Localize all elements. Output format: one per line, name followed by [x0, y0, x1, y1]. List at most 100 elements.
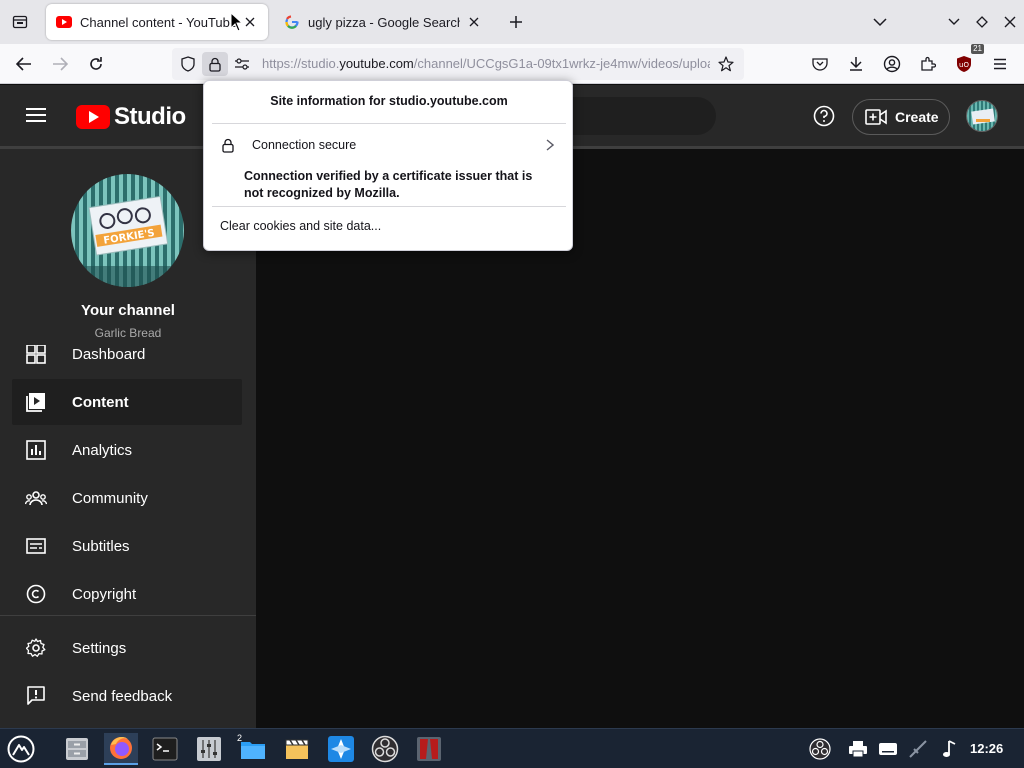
downloads-button[interactable] [842, 50, 870, 78]
channel-avatar[interactable]: FORKIE'S [71, 174, 184, 287]
chevron-right-icon [542, 137, 558, 153]
new-tab-button[interactable] [504, 10, 528, 34]
bookmark-star-icon[interactable] [716, 54, 736, 74]
create-button[interactable]: Create [852, 99, 950, 135]
plus-icon [510, 16, 522, 28]
logo-text: Studio [114, 103, 186, 130]
firefox-view-button[interactable] [8, 10, 32, 34]
tracking-protection-icon[interactable] [178, 54, 198, 74]
printer-icon[interactable] [846, 737, 870, 761]
copyright-icon [24, 582, 48, 606]
terminal-taskbar[interactable] [148, 733, 182, 765]
app-launcher-button[interactable] [4, 733, 38, 765]
sidebar-item-community[interactable]: Community [12, 475, 242, 521]
sidebar-item-label: Send feedback [72, 687, 173, 705]
maximize-button[interactable] [970, 10, 994, 34]
account-icon [883, 55, 901, 73]
hamburger-menu-icon [994, 58, 1006, 70]
clear-cookies-button[interactable]: Clear cookies and site data... [220, 219, 381, 233]
folder-icon [241, 742, 265, 759]
pocket-icon [812, 58, 828, 71]
obs-taskbar[interactable] [368, 733, 402, 765]
obs-icon [371, 735, 399, 763]
connection-label: Connection secure [252, 138, 357, 152]
taskbar: 2 12:26 [0, 728, 1024, 768]
sidebar-item-analytics[interactable]: Analytics [12, 427, 242, 473]
url-prefix: https://studio. [262, 56, 340, 71]
tab-strip: Channel content - YouTube Studio ugly pi… [0, 0, 1024, 44]
clock[interactable]: 12:26 [970, 741, 1003, 756]
sidebar-item-send-feedback[interactable]: Send feedback [12, 673, 242, 719]
back-arrow-icon [16, 57, 31, 71]
sidebar-clip: Dashboard [0, 345, 256, 365]
account-button[interactable] [878, 50, 906, 78]
close-icon[interactable] [242, 14, 258, 30]
volume-music-icon[interactable] [938, 737, 962, 761]
close-icon [1004, 16, 1016, 28]
files-taskbar[interactable]: 2 [236, 733, 270, 765]
sidebar-item-subtitles[interactable]: Subtitles [12, 523, 242, 569]
certificate-detail: Connection verified by a certificate iss… [244, 169, 533, 200]
feedback-icon [24, 684, 48, 708]
search-input[interactable] [570, 97, 716, 135]
close-icon[interactable] [466, 14, 482, 30]
lock-icon [220, 137, 236, 153]
sidebar-item-content[interactable]: Content [12, 379, 242, 425]
youtube-icon [56, 14, 72, 30]
account-avatar[interactable] [966, 100, 998, 132]
terminal-icon [152, 737, 178, 761]
launcher-icon [7, 735, 35, 763]
video-camera-plus-icon [865, 109, 887, 125]
navigation-toolbar: https://studio.youtube.com/channel/UCCgs… [0, 44, 1024, 84]
back-button[interactable] [10, 50, 38, 78]
ublock-extension-button[interactable]: uO 21 [950, 44, 984, 78]
network-icon[interactable] [906, 737, 930, 761]
extensions-button[interactable] [914, 50, 942, 78]
site-info-title: Site information for studio.youtube.com [270, 94, 508, 108]
tab-google-search[interactable]: ugly pizza - Google Search [274, 4, 492, 40]
channel-title: Your channel [81, 302, 175, 319]
mouse-cursor-icon [230, 12, 244, 32]
studio-logo[interactable]: Studio [76, 103, 186, 131]
reload-button[interactable] [82, 50, 110, 78]
create-label: Create [895, 109, 939, 125]
file-manager-taskbar[interactable] [60, 733, 94, 765]
help-button[interactable] [812, 104, 836, 128]
video-player-taskbar[interactable] [412, 733, 446, 765]
sidebar-item-label: Settings [72, 639, 127, 657]
connection-secure-row[interactable]: Connection secure [212, 131, 566, 159]
url-bar[interactable]: https://studio.youtube.com/channel/UCCgs… [172, 48, 744, 80]
permissions-icon[interactable] [232, 54, 252, 74]
minimize-button[interactable] [942, 10, 966, 34]
url-path: /channel/UCCgsG1a-09tx1wrkz-je4mw/videos… [413, 56, 710, 71]
app-menu-button[interactable] [986, 50, 1014, 78]
url-text[interactable]: https://studio.youtube.com/channel/UCCgs… [262, 56, 710, 71]
drive-icon[interactable] [876, 737, 900, 761]
mixer-icon [197, 737, 221, 761]
sidebar-item-copyright[interactable]: Copyright [12, 571, 242, 617]
divider [212, 206, 566, 207]
forward-button[interactable] [46, 50, 74, 78]
sidebar-divider [0, 615, 256, 616]
hamburger-menu-icon[interactable] [26, 105, 50, 125]
sidebar-item-dashboard[interactable]: Dashboard [12, 345, 242, 365]
url-host: youtube.com [339, 56, 414, 71]
site-info-button[interactable] [202, 52, 228, 76]
obs-tray-icon[interactable] [808, 737, 832, 761]
window-count-badge: 2 [237, 733, 243, 743]
sidebar-item-settings[interactable]: Settings [12, 625, 242, 671]
list-all-tabs-button[interactable] [868, 10, 892, 34]
pinwheel-icon [328, 736, 354, 762]
download-icon [850, 57, 862, 71]
kdenlive-taskbar[interactable] [324, 733, 358, 765]
firefox-taskbar[interactable] [104, 733, 138, 765]
content-icon [24, 390, 48, 414]
video-editor-taskbar[interactable] [280, 733, 314, 765]
firefox-icon [110, 736, 132, 759]
ublock-icon: uO [957, 56, 971, 72]
close-window-button[interactable] [998, 10, 1022, 34]
puzzle-icon [921, 56, 936, 71]
mixer-taskbar[interactable] [192, 733, 226, 765]
subtitles-icon [24, 534, 48, 558]
pocket-button[interactable] [806, 50, 834, 78]
